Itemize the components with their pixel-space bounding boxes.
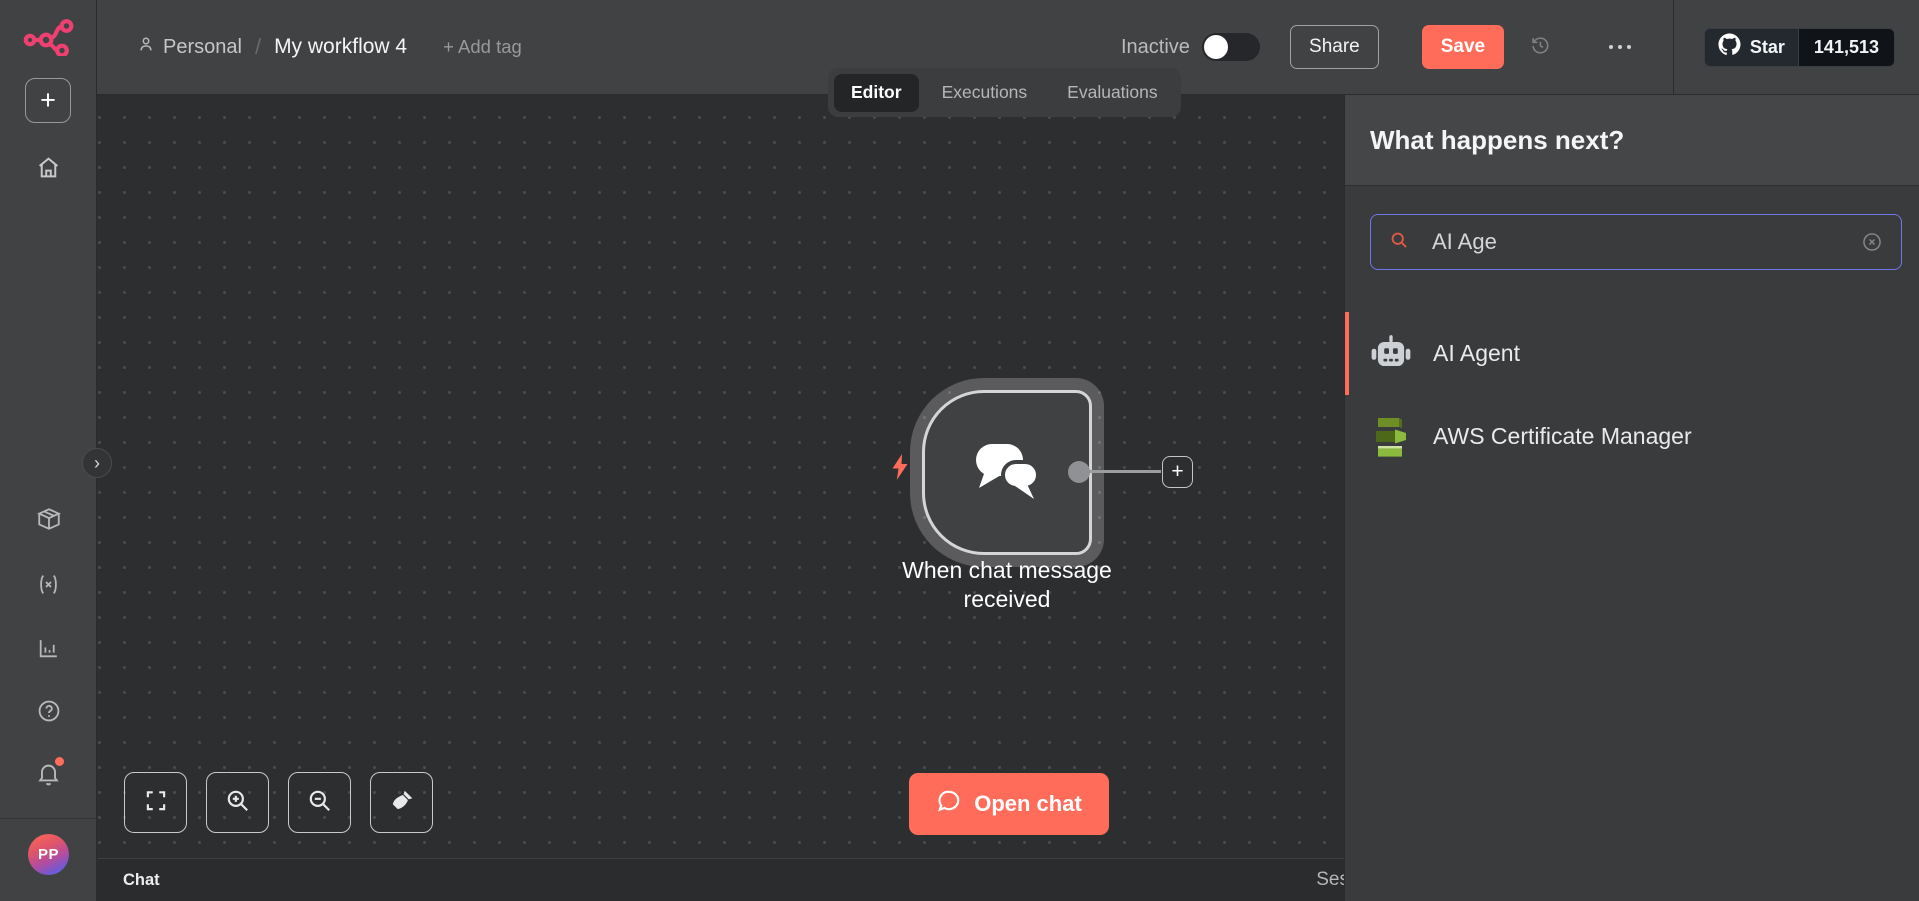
github-icon xyxy=(1718,33,1741,61)
sidebar-item-variables[interactable] xyxy=(0,572,97,602)
package-icon xyxy=(36,506,62,537)
github-star-button[interactable]: Star xyxy=(1705,29,1798,66)
node-creator-title: What happens next? xyxy=(1370,125,1624,156)
sidebar-item-whats-new[interactable] xyxy=(0,760,97,792)
trigger-bolt-icon xyxy=(891,453,909,486)
more-options-button[interactable] xyxy=(1607,38,1633,56)
ellipsis-icon xyxy=(1607,38,1633,56)
fit-view-icon xyxy=(143,788,169,817)
search-results-list: AI Agent AWS Certificate Manager xyxy=(1345,312,1919,478)
chat-bubbles-icon xyxy=(970,439,1044,506)
chevron-right-icon: › xyxy=(94,453,100,474)
tab-editor[interactable]: Editor xyxy=(834,74,919,112)
search-icon xyxy=(1389,230,1409,255)
topbar-actions: Inactive Share Save xyxy=(1121,0,1919,94)
result-item-aws-certificate-manager[interactable]: AWS Certificate Manager xyxy=(1345,395,1919,478)
logs-panel[interactable]: Chat Ses xyxy=(98,858,1344,901)
aws-certificate-manager-icon xyxy=(1369,415,1413,459)
sidebar-expand-button[interactable]: › xyxy=(82,448,112,478)
breadcrumb: Personal / My workflow 4 + Add tag xyxy=(137,34,522,60)
bar-chart-icon xyxy=(36,636,61,666)
breadcrumb-separator: / xyxy=(255,34,261,60)
node-creator-header: What happens next? xyxy=(1345,95,1919,186)
chat-bubble-outline-icon xyxy=(936,788,962,820)
toggle-knob xyxy=(1204,35,1228,59)
workflow-canvas[interactable]: + When chat message received xyxy=(98,95,1344,858)
workflow-name[interactable]: My workflow 4 xyxy=(274,35,407,59)
tidy-up-button[interactable] xyxy=(370,772,433,833)
breadcrumb-project[interactable]: Personal xyxy=(137,35,242,59)
home-icon xyxy=(36,155,61,185)
sidebar-item-templates[interactable] xyxy=(0,506,97,537)
zoom-out-button[interactable] xyxy=(288,772,351,833)
github-star-count[interactable]: 141,513 xyxy=(1798,29,1894,66)
tab-evaluations[interactable]: Evaluations xyxy=(1050,74,1174,112)
sidebar-divider xyxy=(0,818,96,819)
zoom-in-icon xyxy=(225,788,251,817)
sidebar-item-home[interactable] xyxy=(0,155,97,185)
github-star-label: Star xyxy=(1750,37,1785,58)
user-avatar[interactable]: PP xyxy=(28,834,69,875)
variables-icon xyxy=(36,572,61,602)
open-chat-label: Open chat xyxy=(974,791,1082,817)
result-label: AWS Certificate Manager xyxy=(1433,423,1692,450)
activation-status-label: Inactive xyxy=(1121,36,1190,59)
sidebar-item-help[interactable] xyxy=(0,698,97,729)
left-sidebar: + xyxy=(0,0,97,901)
zoom-out-icon xyxy=(307,788,333,817)
connection-line xyxy=(1089,470,1161,473)
output-connector[interactable] xyxy=(1068,461,1090,483)
save-button[interactable]: Save xyxy=(1422,25,1504,69)
project-name: Personal xyxy=(163,36,242,59)
star-count-value: 141,513 xyxy=(1814,37,1879,58)
open-chat-button[interactable]: Open chat xyxy=(909,773,1109,835)
share-button[interactable]: Share xyxy=(1290,25,1379,69)
node-creator-panel: What happens next? xyxy=(1344,95,1919,901)
node-label[interactable]: When chat message received xyxy=(867,556,1147,614)
n8n-logo-icon[interactable] xyxy=(0,18,97,56)
avatar-initials: PP xyxy=(38,846,59,863)
node-search-box[interactable] xyxy=(1370,214,1902,270)
create-new-button[interactable]: + xyxy=(25,78,71,123)
add-node-button[interactable]: + xyxy=(1162,456,1193,488)
person-icon xyxy=(137,35,155,59)
chat-panel-title: Chat xyxy=(123,871,160,890)
zoom-in-button[interactable] xyxy=(206,772,269,833)
session-label-truncated: Ses xyxy=(1316,869,1344,891)
view-tabs: Editor Executions Evaluations xyxy=(828,68,1181,117)
node-chat-trigger[interactable] xyxy=(922,390,1092,555)
github-star-widget[interactable]: Star 141,513 xyxy=(1704,28,1895,67)
robot-icon xyxy=(1369,332,1413,376)
canvas-controls xyxy=(124,772,433,833)
notification-dot xyxy=(55,757,64,766)
history-clock-icon xyxy=(1529,34,1551,61)
help-icon xyxy=(36,698,62,729)
n8n-workflow-editor: + xyxy=(0,0,1919,901)
result-item-ai-agent[interactable]: AI Agent xyxy=(1345,312,1919,395)
add-tag-button[interactable]: + Add tag xyxy=(443,36,522,58)
topbar-divider xyxy=(1673,0,1674,95)
tab-executions[interactable]: Executions xyxy=(925,74,1045,112)
activation-toggle[interactable] xyxy=(1202,33,1260,61)
workflow-history-button[interactable] xyxy=(1529,34,1551,61)
result-label: AI Agent xyxy=(1433,340,1520,367)
search-input[interactable] xyxy=(1430,228,1861,256)
fit-view-button[interactable] xyxy=(124,772,187,833)
plus-icon: + xyxy=(1171,460,1183,484)
plus-icon: + xyxy=(40,85,56,116)
sidebar-item-insights[interactable] xyxy=(0,636,97,666)
clear-search-button[interactable] xyxy=(1861,231,1883,253)
broom-icon xyxy=(389,788,415,817)
